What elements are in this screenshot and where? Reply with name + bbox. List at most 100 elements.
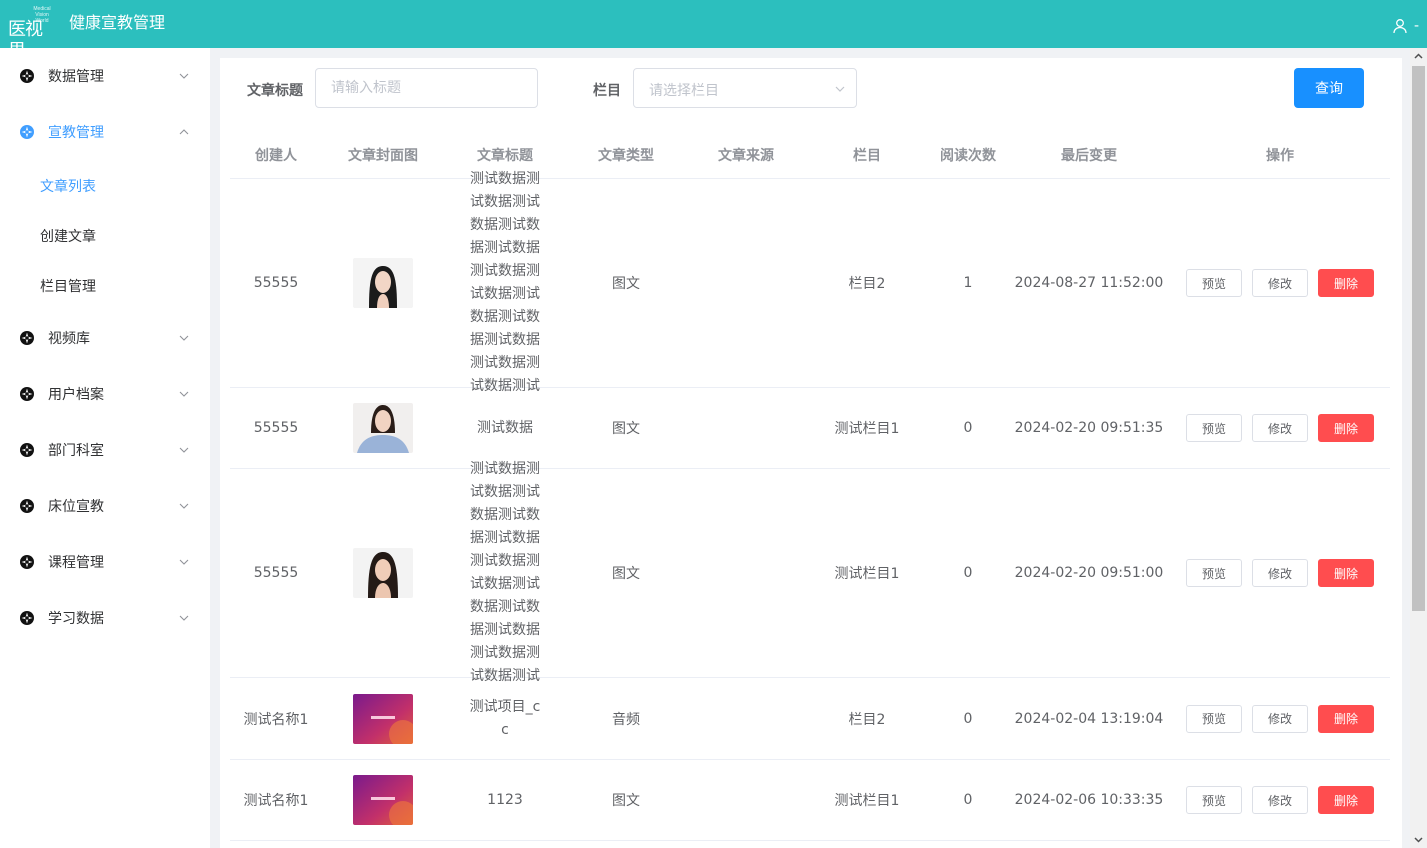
cover-image[interactable]: [353, 403, 413, 453]
edit-button[interactable]: 修改: [1252, 414, 1308, 442]
cell-source: [686, 760, 806, 840]
menu-icon: [19, 498, 35, 514]
sidebar: 数据管理 宣教管理视频库用户档案 部门科室床位宣教课程管理学习数据 文章列表创建文章栏…: [0, 48, 210, 848]
column-select[interactable]: 请选择栏目: [633, 68, 857, 108]
cell-column: 测试栏目1: [806, 388, 928, 468]
chevron-down-icon: [179, 559, 189, 565]
app-logo[interactable]: Medical Vision World 医视界: [8, 4, 52, 62]
menu-icon: [19, 124, 35, 140]
scrollbar-thumb[interactable]: [1412, 66, 1425, 611]
edit-button[interactable]: 修改: [1252, 559, 1308, 587]
sidebar-item-2[interactable]: 视频库: [0, 310, 210, 366]
chevron-down-icon: [179, 447, 189, 453]
title-search-input[interactable]: [315, 68, 538, 108]
sidebar-item-7[interactable]: 学习数据: [0, 590, 210, 646]
preview-button[interactable]: 预览: [1186, 559, 1242, 587]
cell-source: [686, 179, 806, 387]
chevron-down-icon: [179, 73, 189, 79]
sidebar-item-label: 床位宣教: [48, 499, 104, 515]
column-header: 文章封面图: [348, 148, 418, 164]
cell-type: 音频: [566, 678, 686, 759]
scroll-down-icon[interactable]: [1414, 835, 1423, 844]
sidebar-subitem-label: 文章列表: [40, 179, 96, 195]
sidebar-item-5[interactable]: 床位宣教: [0, 478, 210, 534]
cell-cover: [322, 469, 444, 677]
cell-reads: 0: [928, 760, 1008, 840]
column-header: 最后变更: [1061, 148, 1117, 164]
delete-button[interactable]: 删除: [1318, 559, 1374, 587]
chevron-down-icon: [179, 391, 189, 397]
cell-title: 1123: [444, 760, 566, 840]
search-button[interactable]: 查询: [1294, 68, 1364, 108]
cover-image[interactable]: [353, 258, 413, 308]
cell-updated-text: 2024-02-20 09:51:35: [1014, 420, 1164, 436]
cell-cover: [322, 678, 444, 759]
sidebar-subitem-label: 创建文章: [40, 229, 96, 245]
cell-cover: [322, 388, 444, 468]
cell-updated-text: 2024-02-04 13:19:04: [1014, 710, 1164, 727]
cover-image[interactable]: [353, 775, 413, 825]
sidebar-item-label: 学习数据: [48, 611, 104, 627]
cell-reads: 1: [928, 179, 1008, 387]
cell-type: 图文: [566, 760, 686, 840]
edit-button[interactable]: 修改: [1252, 269, 1308, 297]
cell-type-text: 图文: [612, 421, 640, 437]
preview-button[interactable]: 预览: [1186, 269, 1242, 297]
cell-column-text: 测试栏目1: [834, 566, 900, 582]
sidebar-subitem-0[interactable]: 文章列表: [0, 161, 210, 211]
column-header: 操作: [1266, 148, 1294, 164]
chevron-down-icon: [179, 615, 189, 621]
cover-image[interactable]: [353, 548, 413, 598]
cell-actions: 预览 修改 删除: [1170, 678, 1390, 759]
delete-button[interactable]: 删除: [1318, 786, 1374, 814]
preview-button[interactable]: 预览: [1186, 414, 1242, 442]
sidebar-item-label: 视频库: [48, 331, 90, 347]
edit-button[interactable]: 修改: [1252, 786, 1308, 814]
table-row: 55555 测试数据测试数据测试数据测试数据测试数据测试数据测试数据测试数据测试数…: [230, 171, 1390, 394]
cell-column-text: 测试栏目1: [834, 421, 900, 437]
cell-column-text: 测试栏目1: [834, 793, 900, 809]
delete-button[interactable]: 删除: [1318, 414, 1374, 442]
column-header: 文章类型: [598, 148, 654, 164]
cell-type-text: 图文: [612, 793, 640, 809]
cell-reads-text: 0: [963, 710, 973, 727]
cell-source: [686, 469, 806, 677]
cell-type: 图文: [566, 469, 686, 677]
column-header: 创建人: [255, 148, 297, 164]
chevron-down-icon: [835, 86, 845, 92]
table-row: 55555 测试数据 图文 测试栏目1 0 2024-02-20 09:51:35 预览 修改…: [230, 388, 1390, 469]
sidebar-item-4[interactable]: 部门科室: [0, 422, 210, 478]
sidebar-item-6[interactable]: 课程管理: [0, 534, 210, 590]
preview-button[interactable]: 预览: [1186, 786, 1242, 814]
sidebar-item-1[interactable]: 宣教管理: [0, 104, 210, 160]
cell-creator-text: 55555: [253, 275, 299, 291]
cell-creator: 55555: [230, 469, 322, 677]
edit-button[interactable]: 修改: [1252, 704, 1308, 733]
sidebar-item-3[interactable]: 用户档案: [0, 366, 210, 422]
cell-cover: [322, 760, 444, 840]
cell-updated: 2024-02-20 09:51:00: [1008, 469, 1170, 677]
sidebar-item-label: 课程管理: [48, 555, 104, 571]
cell-title-text: 测试数据测试数据测试数据测试数据测试数据测试数据测试数据测试数据测试数据测试数据…: [470, 171, 540, 394]
sidebar-subitem-2[interactable]: 栏目管理: [0, 261, 210, 311]
sidebar-item-0[interactable]: 数据管理: [0, 48, 210, 104]
sidebar-subitem-1[interactable]: 创建文章: [0, 211, 210, 261]
page-scrollbar[interactable]: [1410, 48, 1427, 848]
delete-button[interactable]: 删除: [1318, 704, 1374, 733]
scroll-up-icon[interactable]: [1414, 52, 1423, 61]
cell-actions: 预览 修改 删除: [1170, 388, 1390, 468]
cover-image[interactable]: [353, 693, 413, 744]
cell-reads-text: 0: [963, 792, 973, 808]
cell-type: 图文: [566, 388, 686, 468]
cell-title: 测试数据: [444, 388, 566, 468]
cell-title: 测试项目_cc: [444, 678, 566, 759]
cell-column: 栏目2: [806, 678, 928, 759]
cell-creator-text: 55555: [253, 565, 299, 581]
cell-creator-text: 测试名称1: [243, 711, 309, 728]
preview-button[interactable]: 预览: [1186, 704, 1242, 733]
cell-type-text: 图文: [612, 276, 640, 292]
delete-button[interactable]: 删除: [1318, 269, 1374, 297]
user-menu[interactable]: -: [1392, 16, 1419, 36]
column-header: 阅读次数: [940, 148, 996, 164]
cell-creator-text: 55555: [253, 420, 299, 436]
